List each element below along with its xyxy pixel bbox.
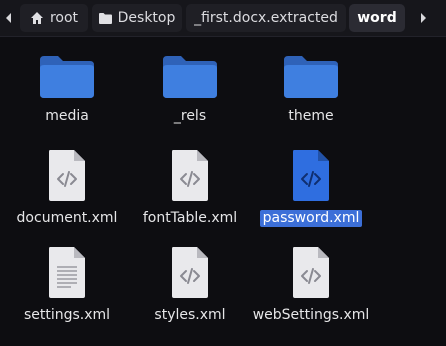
breadcrumb-label: Desktop (117, 10, 176, 26)
breadcrumb-desktop[interactable]: Desktop (92, 4, 182, 32)
file-item-password-xml[interactable]: password.xml (253, 148, 369, 227)
file-name: media (45, 108, 89, 124)
file-name: fontTable.xml (142, 210, 238, 226)
file-item-media[interactable]: media (9, 54, 125, 125)
breadcrumb-label: word (357, 10, 397, 26)
file-name: document.xml (16, 210, 118, 226)
breadcrumb-word[interactable]: word (349, 4, 405, 32)
file-item-rels[interactable]: _rels (132, 54, 248, 125)
chevron-left-icon (5, 13, 11, 23)
folder-icon (284, 56, 338, 98)
back-button[interactable] (1, 4, 16, 32)
folder-icon (98, 12, 112, 24)
breadcrumb-first-docx-extracted[interactable]: _first.docx.extracted (186, 4, 346, 32)
breadcrumb-label: _first.docx.extracted (194, 10, 338, 26)
file-name: styles.xml (154, 307, 226, 323)
file-name: password.xml (259, 210, 363, 227)
path-overflow-button[interactable] (409, 4, 437, 32)
file-item-document-xml[interactable]: document.xml (9, 148, 125, 227)
code-file-icon (49, 150, 85, 201)
breadcrumb-root[interactable]: root (20, 4, 88, 32)
code-file-icon (172, 247, 208, 298)
file-item-settings-xml[interactable]: settings.xml (9, 245, 125, 324)
file-grid: media _rels theme document.xml fontTable… (0, 37, 446, 346)
path-bar: root Desktop _first.docx.extracted word (0, 0, 446, 37)
home-icon (30, 11, 44, 25)
file-item-websettings-xml[interactable]: webSettings.xml (253, 245, 369, 324)
text-file-icon (49, 247, 85, 298)
file-name: settings.xml (23, 307, 111, 323)
file-name: theme (288, 108, 334, 124)
breadcrumb-label: root (49, 10, 79, 26)
chevron-right-icon (421, 13, 426, 23)
file-item-theme[interactable]: theme (253, 54, 369, 125)
file-name: webSettings.xml (252, 307, 370, 323)
code-file-icon (172, 150, 208, 201)
file-item-fonttable-xml[interactable]: fontTable.xml (132, 148, 248, 227)
file-item-styles-xml[interactable]: styles.xml (132, 245, 248, 324)
file-name: _rels (173, 108, 207, 124)
folder-icon (40, 56, 94, 98)
code-file-icon (293, 150, 329, 201)
code-file-icon (293, 247, 329, 298)
folder-icon (163, 56, 217, 98)
